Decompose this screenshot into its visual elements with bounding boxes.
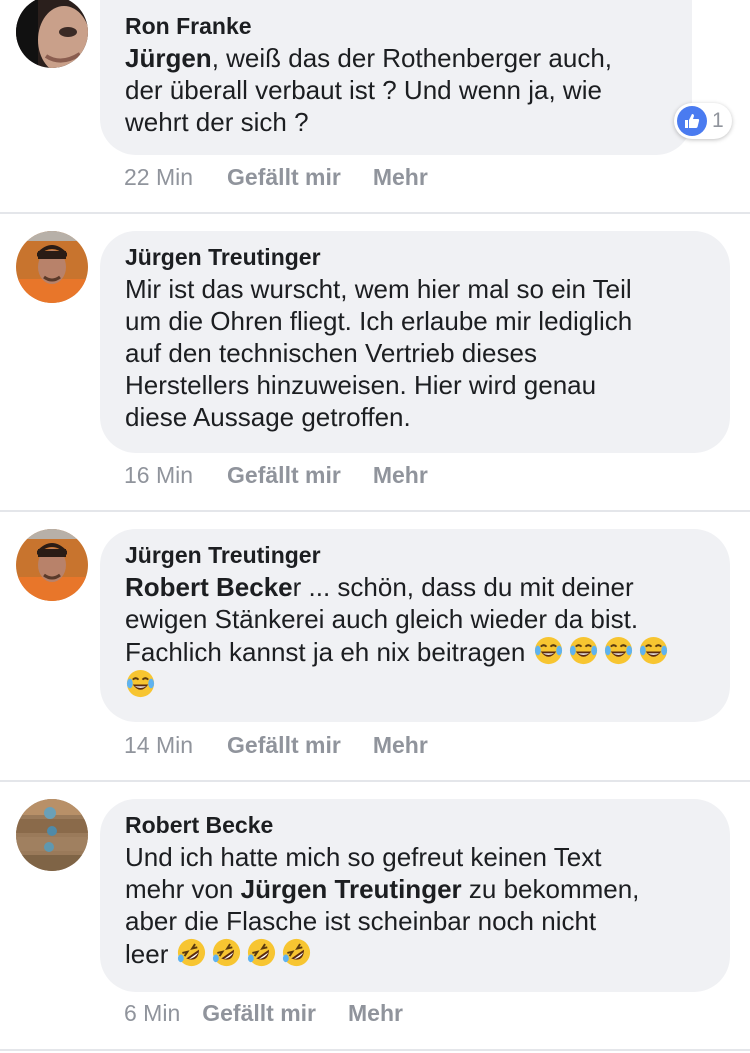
tears-of-joy-emoji-icon — [603, 635, 634, 666]
comment-text: Robert Becker ... schön, dass du mit dei… — [125, 571, 706, 701]
like-button[interactable]: Gefällt mir — [202, 999, 316, 1027]
divider — [0, 510, 750, 512]
reaction-badge[interactable]: 1 — [674, 103, 732, 139]
like-button[interactable]: Gefällt mir — [227, 731, 341, 759]
divider — [0, 212, 750, 214]
like-thumb-icon — [677, 106, 707, 136]
comment-bubble: Jürgen Treutinger Robert Becker ... schö… — [100, 529, 730, 722]
comment-meta: 22 Min Gefällt mir Mehr — [124, 163, 428, 191]
like-button[interactable]: Gefällt mir — [227, 461, 341, 489]
juergen-treutinger-avatar-icon — [16, 529, 88, 601]
ron-franke-avatar-icon — [16, 0, 88, 68]
more-button[interactable]: Mehr — [373, 461, 428, 489]
avatar[interactable] — [16, 529, 88, 601]
mention-link[interactable]: Jürgen — [125, 43, 212, 73]
rolling-on-floor-laughing-emoji-icon — [246, 937, 277, 968]
comment-author[interactable]: Robert Becke — [125, 811, 706, 839]
comment-meta: 6 Min Gefällt mir Mehr — [124, 999, 403, 1027]
comment-author[interactable]: Jürgen Treutinger — [125, 243, 706, 271]
divider — [0, 780, 750, 782]
juergen-treutinger-avatar-icon — [16, 231, 88, 303]
divider — [0, 1049, 750, 1051]
comment-time[interactable]: 6 Min — [124, 999, 180, 1027]
mention-link[interactable]: Jürgen Treutinger — [241, 874, 462, 904]
tears-of-joy-emoji-icon — [533, 635, 564, 666]
tears-of-joy-emoji-icon — [568, 635, 599, 666]
comment-meta: 16 Min Gefällt mir Mehr — [124, 461, 428, 489]
rolling-on-floor-laughing-emoji-icon — [211, 937, 242, 968]
robert-becke-avatar-icon — [16, 799, 88, 871]
tears-of-joy-emoji-icon — [125, 668, 156, 699]
like-button[interactable]: Gefällt mir — [227, 163, 341, 191]
comment-bubble: Jürgen Treutinger Mir ist das wurscht, w… — [100, 231, 730, 453]
comment-text: Und ich hatte mich so gefreut keinen Tex… — [125, 841, 706, 970]
comment-bubble: Robert Becke Und ich hatte mich so gefre… — [100, 799, 730, 992]
comment-text: Jürgen, weiß das der Rothenberger auch, … — [125, 43, 613, 137]
comment-author[interactable]: Ron Franke — [125, 12, 668, 40]
more-button[interactable]: Mehr — [373, 731, 428, 759]
tears-of-joy-emoji-icon — [638, 635, 669, 666]
more-button[interactable]: Mehr — [348, 999, 403, 1027]
comment-time[interactable]: 22 Min — [124, 163, 193, 191]
mention-link[interactable]: Robert Becke — [125, 572, 293, 602]
comment-author[interactable]: Jürgen Treutinger — [125, 541, 706, 569]
rolling-on-floor-laughing-emoji-group — [176, 937, 316, 969]
more-button[interactable]: Mehr — [373, 163, 428, 191]
comment-bubble: Ron Franke Jürgen, weiß das der Rothenbe… — [100, 0, 692, 155]
avatar[interactable] — [16, 0, 88, 68]
avatar[interactable] — [16, 231, 88, 303]
comment-time[interactable]: 16 Min — [124, 461, 193, 489]
comment-text: Mir ist das wurscht, wem hier mal so ein… — [125, 274, 633, 432]
reaction-count: 1 — [712, 109, 724, 132]
avatar[interactable] — [16, 799, 88, 871]
rolling-on-floor-laughing-emoji-icon — [281, 937, 312, 968]
comment-time[interactable]: 14 Min — [124, 731, 193, 759]
comment-meta: 14 Min Gefällt mir Mehr — [124, 731, 428, 759]
rolling-on-floor-laughing-emoji-icon — [176, 937, 207, 968]
